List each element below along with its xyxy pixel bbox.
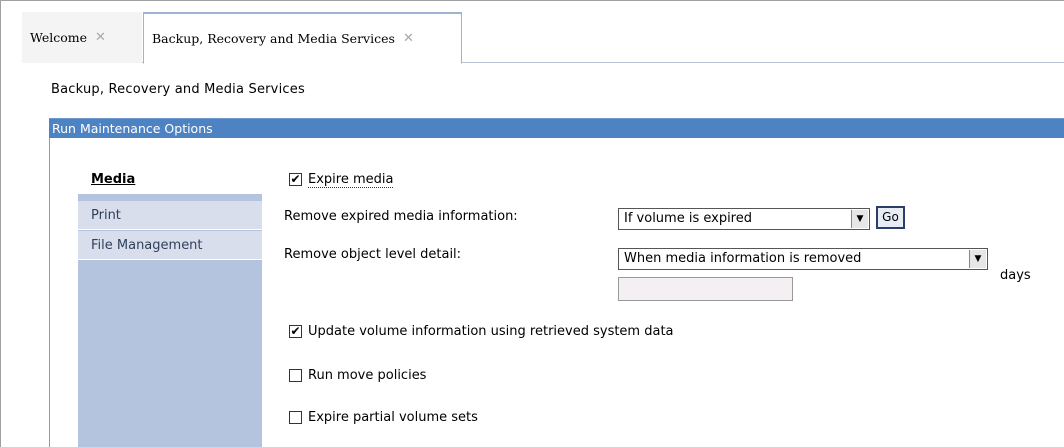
nav-item-file-management[interactable]: File Management: [78, 231, 262, 260]
remove-object-select[interactable]: When media information is removed ▼: [618, 248, 988, 270]
remove-expired-value: If volume is expired: [624, 211, 752, 226]
days-input[interactable]: [618, 277, 793, 301]
go-button[interactable]: Go: [876, 206, 905, 229]
remove-object-value: When media information is removed: [624, 251, 862, 266]
close-icon[interactable]: ✕: [95, 30, 106, 45]
close-icon[interactable]: ✕: [403, 31, 414, 46]
run-move-policies-label: Run move policies: [308, 368, 427, 383]
tab-welcome-label: Welcome: [30, 30, 88, 45]
expire-media-label: Expire media: [308, 172, 394, 188]
options-nav: Media Print File Management: [78, 165, 268, 447]
expire-partial-checkbox[interactable]: [289, 411, 302, 424]
expire-partial-label: Expire partial volume sets: [308, 410, 478, 425]
tab-backup-label: Backup, Recovery and Media Services: [152, 31, 395, 46]
tab-bar: Welcome ✕ Backup, Recovery and Media Ser…: [22, 12, 1064, 64]
remove-expired-select[interactable]: If volume is expired ▼: [618, 208, 870, 230]
chevron-down-icon[interactable]: ▼: [851, 210, 868, 228]
update-volume-label: Update volume information using retrieve…: [308, 324, 674, 339]
tab-backup-recovery-media[interactable]: Backup, Recovery and Media Services ✕: [143, 12, 462, 64]
expire-media-checkbox[interactable]: ✔: [289, 173, 302, 186]
tab-welcome[interactable]: Welcome ✕: [22, 12, 142, 63]
nav-item-media[interactable]: Media: [78, 165, 268, 194]
chevron-down-icon[interactable]: ▼: [969, 250, 986, 268]
days-label: days: [1000, 268, 1031, 283]
page-title: Backup, Recovery and Media Services: [51, 82, 305, 97]
run-move-policies-checkbox[interactable]: [289, 369, 302, 382]
nav-item-print[interactable]: Print: [78, 201, 262, 230]
remove-object-label: Remove object level detail:: [284, 247, 462, 262]
remove-expired-label: Remove expired media information:: [284, 209, 518, 224]
update-volume-checkbox[interactable]: ✔: [289, 325, 302, 338]
section-header: Run Maintenance Options: [49, 118, 1064, 138]
